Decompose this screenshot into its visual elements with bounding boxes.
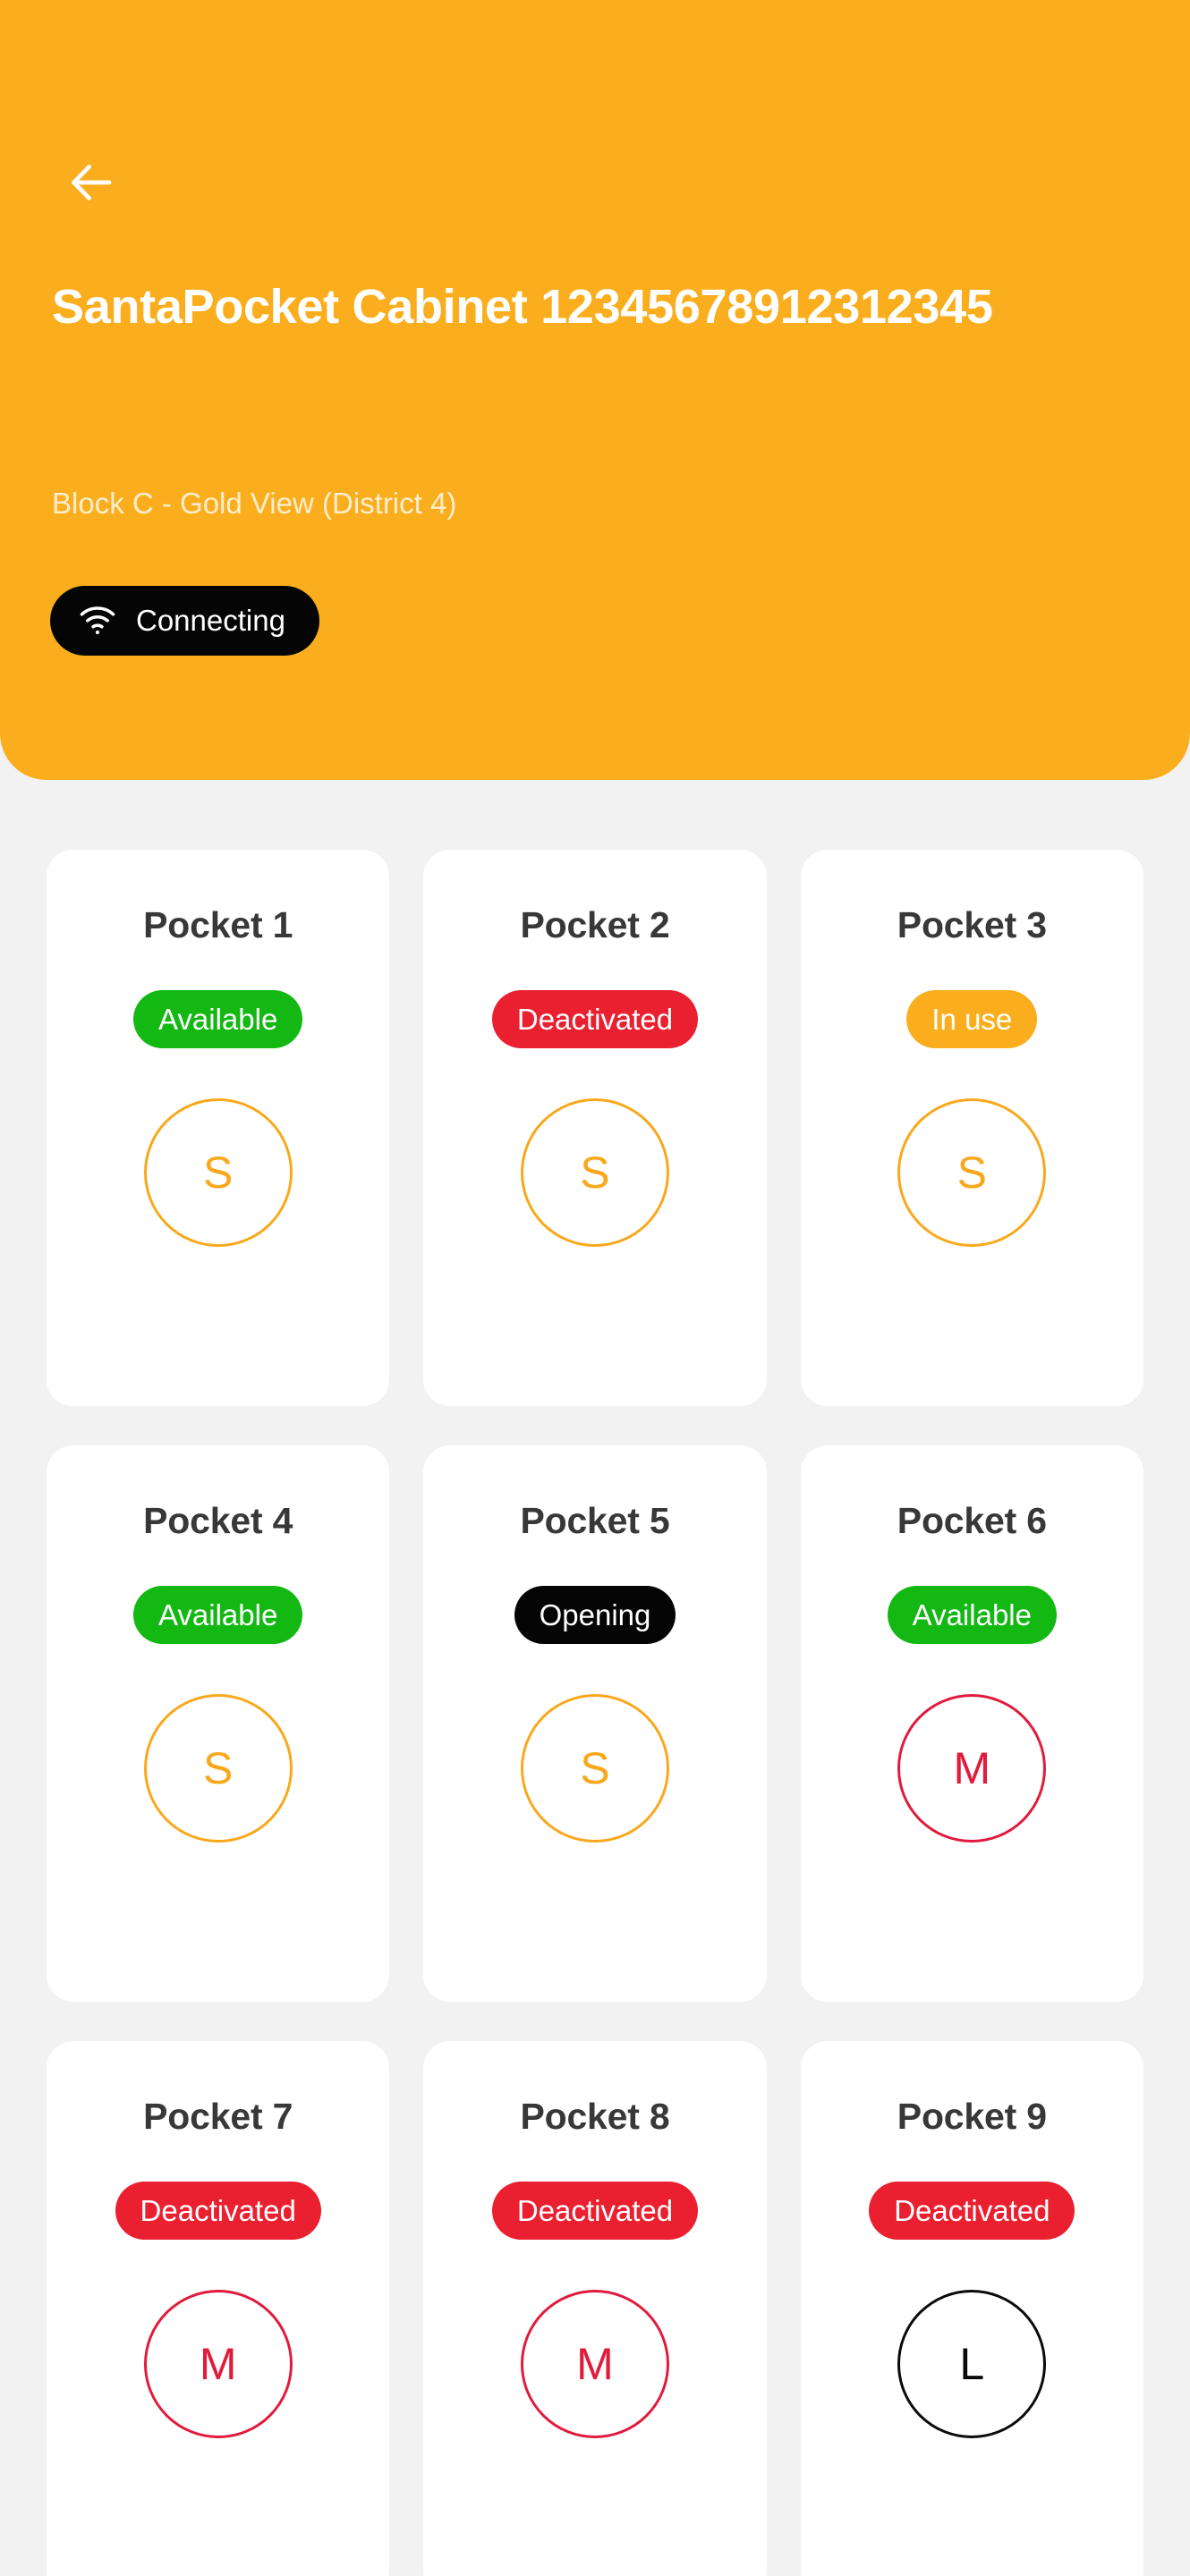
pocket-size-indicator: S <box>143 1098 293 1247</box>
pocket-title: Pocket 5 <box>520 1500 670 1541</box>
pocket-size-indicator: S <box>520 1694 669 1843</box>
status-badge: Opening <box>514 1586 676 1644</box>
pocket-title: Pocket 3 <box>897 904 1047 945</box>
pocket-card[interactable]: Pocket 6 Available M <box>800 1445 1143 2002</box>
status-badge: Deactivated <box>491 2182 699 2240</box>
pocket-size-indicator: M <box>143 2290 293 2438</box>
pocket-card[interactable]: Pocket 2 Deactivated S <box>423 850 767 1406</box>
pocket-size-indicator: M <box>897 1694 1047 1843</box>
pocket-card[interactable]: Pocket 8 Deactivated M <box>423 2041 767 2576</box>
status-badge: Available <box>133 990 303 1048</box>
pocket-card[interactable]: Pocket 9 Deactivated L <box>800 2041 1143 2576</box>
back-button[interactable] <box>43 134 140 231</box>
status-badge: Deactivated <box>491 990 699 1048</box>
pocket-card[interactable]: Pocket 3 In use S <box>800 850 1143 1406</box>
pocket-size-indicator: S <box>897 1098 1047 1247</box>
pocket-size-indicator: L <box>897 2290 1047 2438</box>
wifi-icon <box>79 606 116 635</box>
connection-status-label: Connecting <box>136 604 285 637</box>
pocket-title: Pocket 8 <box>520 2096 670 2137</box>
status-badge: Deactivated <box>869 2182 1075 2240</box>
pocket-title: Pocket 6 <box>897 1500 1047 1541</box>
pocket-size-indicator: S <box>143 1694 293 1843</box>
pocket-title: Pocket 9 <box>897 2096 1047 2137</box>
status-badge: Available <box>887 1586 1057 1644</box>
arrow-left-icon <box>64 156 118 209</box>
pocket-card[interactable]: Pocket 5 Opening S <box>423 1445 767 2002</box>
status-badge: Deactivated <box>115 2182 321 2240</box>
status-badge: In use <box>906 990 1038 1048</box>
cabinet-header: SantaPocket Cabinet 12345678912312345 Bl… <box>0 0 1190 780</box>
pocket-size-indicator: M <box>520 2290 669 2438</box>
pocket-title: Pocket 7 <box>143 2096 293 2137</box>
connection-status-badge[interactable]: Connecting <box>50 586 319 656</box>
pocket-card[interactable]: Pocket 7 Deactivated M <box>47 2041 390 2576</box>
pocket-card[interactable]: Pocket 1 Available S <box>47 850 390 1406</box>
pocket-title: Pocket 2 <box>520 904 670 945</box>
pocket-card[interactable]: Pocket 4 Available S <box>47 1445 390 2002</box>
pocket-size-indicator: S <box>520 1098 669 1247</box>
pocket-title: Pocket 4 <box>143 1500 293 1541</box>
cabinet-location-subtitle: Block C - Gold View (District 4) <box>52 487 457 520</box>
pocket-title: Pocket 1 <box>143 904 293 945</box>
status-badge: Available <box>133 1586 303 1644</box>
pocket-grid: Pocket 1 Available S Pocket 2 Deactivate… <box>0 780 1190 2576</box>
page-title: SantaPocket Cabinet 12345678912312345 <box>52 280 993 334</box>
